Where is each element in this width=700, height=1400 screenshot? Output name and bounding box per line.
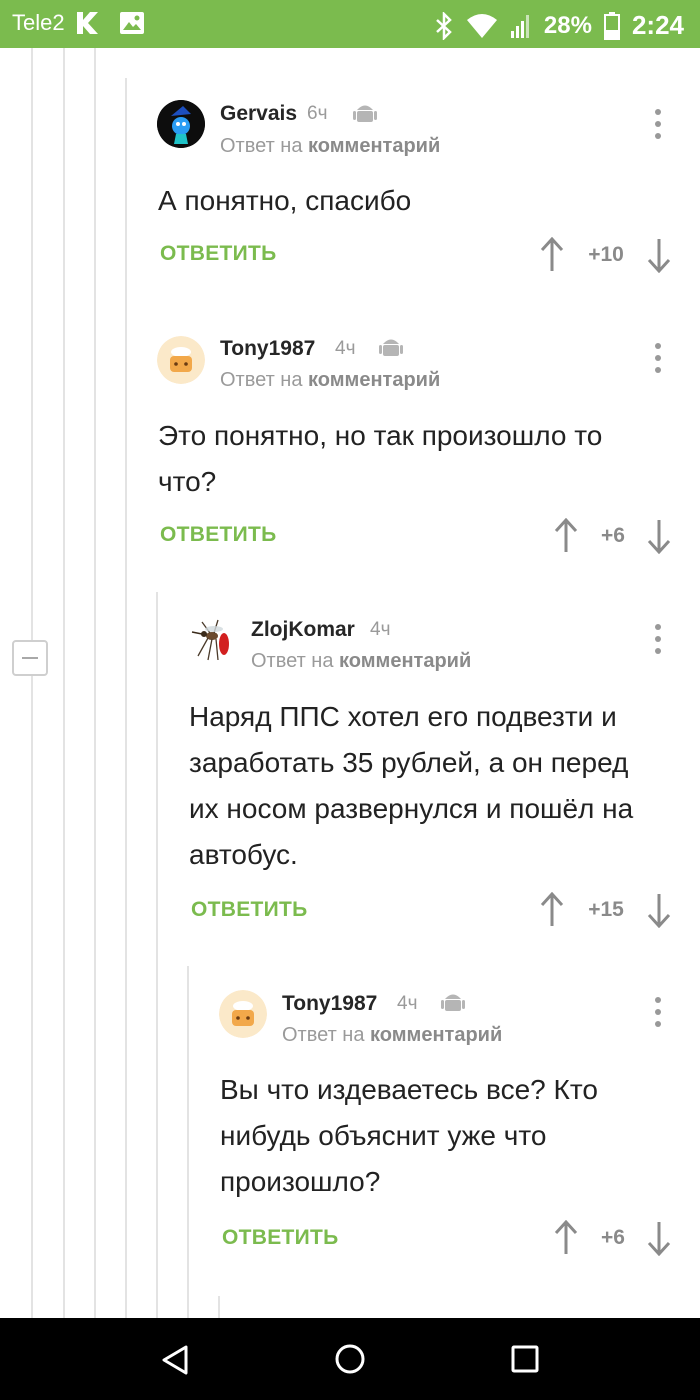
bluetooth-icon <box>436 11 452 40</box>
reply-button[interactable]: ОТВЕТИТЬ <box>160 523 277 547</box>
avatar[interactable] <box>188 616 236 664</box>
reply-to-line: Ответ на комментарий <box>220 135 440 158</box>
android-icon <box>379 339 403 356</box>
thread-line <box>218 1296 220 1318</box>
comment-text: Наряд ППС хотел его подвезти и заработат… <box>189 701 634 870</box>
reply-to-link[interactable]: комментарий <box>308 135 440 157</box>
wifi-icon <box>466 13 497 38</box>
avatar[interactable] <box>157 336 205 384</box>
comment-time: 4ч <box>335 338 356 359</box>
rating: +6 <box>601 524 625 547</box>
battery-icon <box>603 11 620 40</box>
thread-line <box>31 48 33 640</box>
home-icon[interactable] <box>334 1343 366 1375</box>
avatar[interactable] <box>157 100 205 148</box>
reply-button[interactable]: ОТВЕТИТЬ <box>160 242 277 266</box>
upvote-icon[interactable] <box>539 892 565 928</box>
downvote-icon[interactable] <box>646 237 672 273</box>
reply-to-prefix: Ответ на <box>220 135 303 157</box>
downvote-icon[interactable] <box>646 518 672 554</box>
reply-to-link[interactable]: комментарий <box>370 1024 502 1046</box>
reply-button[interactable]: ОТВЕТИТЬ <box>191 898 308 922</box>
carrier-label: Tele2 <box>12 10 65 35</box>
k-app-icon <box>76 12 98 34</box>
comment-text: А понятно, спасибо <box>158 185 412 216</box>
more-options-icon[interactable] <box>646 340 670 376</box>
author-name[interactable]: Tony1987 <box>282 992 377 1016</box>
thread-line <box>94 48 96 1318</box>
comment-time: 4ч <box>370 619 391 640</box>
thread-line <box>187 966 189 1318</box>
thread-line <box>63 48 65 1318</box>
navigation-bar <box>0 1318 700 1400</box>
reply-button[interactable]: ОТВЕТИТЬ <box>222 1226 339 1250</box>
downvote-icon[interactable] <box>646 892 672 928</box>
author-name[interactable]: Gervais <box>220 102 297 126</box>
gallery-icon <box>119 12 144 34</box>
author-name[interactable]: Tony1987 <box>220 337 315 361</box>
status-bar: Tele2 28% 2:24 <box>0 0 700 48</box>
reply-to-line: Ответ на комментарий <box>282 1024 502 1047</box>
comment-text: Это понятно, но так произошло то что? <box>158 420 603 497</box>
android-icon <box>353 105 377 122</box>
comment-text: Вы что издеваетесь все? Кто нибудь объяс… <box>220 1074 598 1197</box>
reply-to-link[interactable]: комментарий <box>339 650 471 672</box>
back-icon[interactable] <box>160 1344 190 1376</box>
clock: 2:24 <box>631 10 684 40</box>
more-options-icon[interactable] <box>646 621 670 657</box>
rating: +10 <box>588 243 624 266</box>
recents-icon[interactable] <box>511 1345 539 1373</box>
avatar[interactable] <box>219 990 267 1038</box>
reply-to-prefix: Ответ на <box>220 369 303 391</box>
comment-time: 6ч <box>307 103 328 124</box>
signal-icon <box>510 14 529 38</box>
upvote-icon[interactable] <box>553 1220 579 1256</box>
android-icon <box>441 994 465 1011</box>
upvote-icon[interactable] <box>539 237 565 273</box>
author-name[interactable]: ZlojKomar <box>251 618 355 642</box>
thread-line <box>156 592 158 1318</box>
battery-percent: 28% <box>543 11 592 39</box>
downvote-icon[interactable] <box>646 1220 672 1256</box>
reply-to-line: Ответ на комментарий <box>220 369 440 392</box>
thread-line <box>125 78 127 1318</box>
more-options-icon[interactable] <box>646 994 670 1030</box>
thread-line <box>31 676 33 1318</box>
comment-time: 4ч <box>397 993 418 1014</box>
reply-to-line: Ответ на комментарий <box>251 650 471 673</box>
rating: +6 <box>601 1226 625 1249</box>
reply-to-prefix: Ответ на <box>251 650 334 672</box>
reply-to-prefix: Ответ на <box>282 1024 365 1046</box>
upvote-icon[interactable] <box>553 518 579 554</box>
collapse-thread-button[interactable] <box>12 640 48 676</box>
rating: +15 <box>588 898 624 921</box>
reply-to-link[interactable]: комментарий <box>308 369 440 391</box>
more-options-icon[interactable] <box>646 106 670 142</box>
